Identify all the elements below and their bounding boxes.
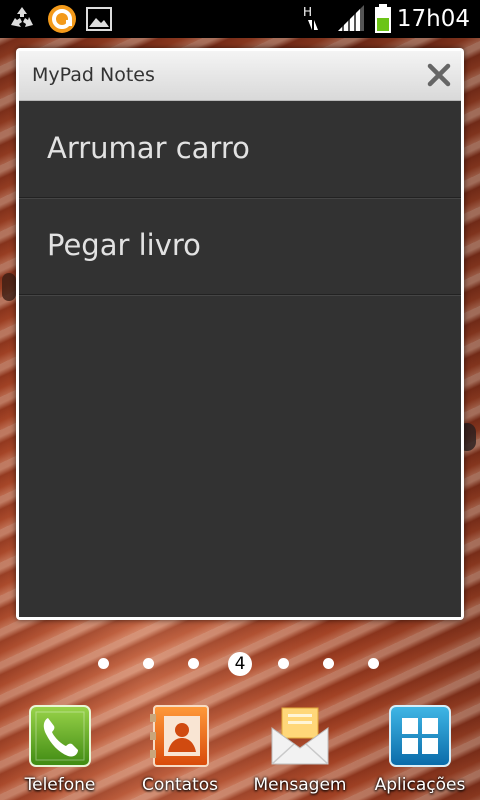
dock-label: Aplicações (374, 775, 466, 795)
apps-grid-icon (389, 705, 451, 767)
page-dot[interactable] (188, 658, 199, 669)
dock-item-aplicacoes[interactable]: Aplicações (360, 700, 480, 800)
battery-icon (375, 4, 391, 33)
mypad-notes-widget: MyPad Notes Arrumar carro Pegar livro (16, 48, 464, 620)
dock-label: Contatos (141, 775, 219, 795)
status-bar: H 17h04 (0, 0, 480, 38)
page-dot[interactable] (98, 658, 109, 669)
dock-label: Telefone (24, 775, 96, 795)
widget-edge-left (2, 273, 16, 301)
dock-item-contatos[interactable]: Contatos (120, 700, 240, 800)
page-dot[interactable] (368, 658, 379, 669)
note-item[interactable]: Arrumar carro (19, 101, 461, 198)
phone-icon (29, 705, 91, 767)
status-time: 17h04 (396, 6, 470, 32)
signal-icon (338, 5, 364, 31)
note-label: Pegar livro (47, 228, 201, 262)
home-screen: H 17h04 MyPad Notes Arrumar carro Pegar … (0, 0, 480, 800)
note-item[interactable]: Pegar livro (19, 198, 461, 295)
gallery-icon (86, 7, 112, 31)
dock-label: Mensagem (253, 775, 347, 795)
page-dot-current[interactable]: 4 (228, 652, 252, 676)
recycle-icon (11, 7, 33, 27)
dock-item-telefone[interactable]: Telefone (0, 700, 120, 800)
contacts-icon (150, 705, 209, 767)
notes-list: Arrumar carro Pegar livro (19, 101, 461, 617)
widget-title: MyPad Notes (32, 64, 155, 86)
page-dot[interactable] (323, 658, 334, 669)
dock-item-mensagem[interactable]: Mensagem (240, 700, 360, 800)
network-type-text: H (303, 5, 312, 19)
app-notification-icon (48, 5, 76, 33)
widget-header: MyPad Notes (19, 51, 461, 101)
dock: Telefone Contatos Mensagem Aplicações (0, 700, 480, 800)
page-indicator: 4 (0, 652, 480, 676)
data-transfer-icon: H (303, 5, 318, 30)
note-label: Arrumar carro (47, 131, 250, 165)
close-icon[interactable] (425, 61, 453, 89)
page-dot[interactable] (143, 658, 154, 669)
message-icon (271, 707, 329, 765)
page-dot[interactable] (278, 658, 289, 669)
